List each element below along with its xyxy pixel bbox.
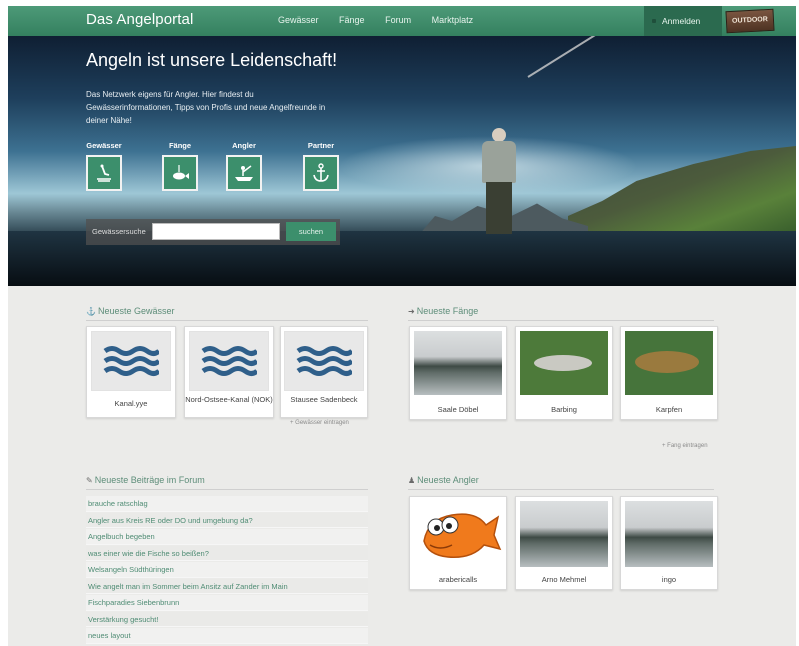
login-button[interactable]: Anmelden [644,6,722,36]
catch-name: Karpfen [655,405,683,414]
water-name: Stausee Sadenbeck [290,395,358,404]
water-card[interactable]: Nord-Ostsee-Kanal (NOK) [184,326,274,418]
category-faenge[interactable]: Fänge [162,141,198,191]
forum-post[interactable]: Verstärkung gesucht! [86,611,368,627]
section-title-forum: ✎ Neueste Beiträge im Forum [86,475,368,490]
catch-photo [520,331,608,395]
hero-banner: Angeln ist unsere Leidenschaft! Das Netz… [8,36,796,286]
search-label: Gewässersuche [92,227,146,236]
category-gewaesser[interactable]: Gewässer [86,141,122,191]
category-angler[interactable]: Angler [226,141,262,191]
user-icon: ♟ [408,476,416,485]
angler-name: Arno Mehmel [541,575,587,584]
page: Das Angelportal Gewässer Fänge Forum Mar… [8,6,796,646]
nav-item-forum[interactable]: Forum [385,15,411,25]
anchor-icon [303,155,339,191]
outdoor-badge[interactable]: OUTDOOR [725,8,775,34]
forum-post[interactable]: Angler aus Kreis RE oder DO und umgebung… [86,512,368,528]
category-label: Gewässer [86,141,122,150]
forum-post-list: brauche ratschlag Angler aus Kreis RE od… [86,496,368,645]
search-button[interactable]: suchen [286,222,336,241]
water-waves-icon [189,331,269,391]
add-water-link[interactable]: + Gewässer eintragen [290,420,349,426]
nav-item-faenge[interactable]: Fänge [339,15,365,25]
angler-card[interactable]: arabericalls [409,496,507,590]
fishing-rod [527,36,699,78]
water-search-bar: Gewässersuche suchen [86,219,340,245]
fish-icon: ➜ [408,307,415,316]
top-navigation-bar: Das Angelportal Gewässer Fänge Forum Mar… [8,6,796,36]
forum-post[interactable]: neues layout [86,628,368,644]
section-title-catches: ➜ Neueste Fänge [408,306,714,321]
catch-name: Saale Döbel [437,405,479,414]
catch-card[interactable]: Karpfen [620,326,718,420]
angler-card[interactable]: ingo [620,496,718,590]
forum-post[interactable]: was einer wie die Fische so beißen? [86,545,368,561]
category-label: Partner [307,141,335,150]
water-name: Kanal.yye [114,399,148,408]
category-label: Fänge [168,141,192,150]
forum-post[interactable]: Angelbuch begeben [86,529,368,545]
section-title-waters: ⚓ Neueste Gewässer [86,306,368,321]
main-nav: Gewässer Fänge Forum Marktplatz [278,15,491,25]
catch-photo [414,331,502,395]
fishing-spot-icon [86,155,122,191]
angler-name: arabericalls [438,575,478,584]
water-waves-icon [284,331,364,391]
angler-boat-icon [226,155,262,191]
angler-avatar-photo [520,501,608,567]
angler-card[interactable]: Arno Mehmel [515,496,613,590]
catch-photo [625,331,713,395]
nav-item-marktplatz[interactable]: Marktplatz [432,15,474,25]
nav-item-gewaesser[interactable]: Gewässer [278,15,319,25]
hero-text: Das Netzwerk eigens für Angler. Hier fin… [86,90,326,125]
water-card[interactable]: Kanal.yye [86,326,176,418]
forum-post[interactable]: Fischparadies Siebenbrunn [86,595,368,611]
water-name: Nord-Ostsee-Kanal (NOK) [185,395,273,404]
hero-title: Angeln ist unsere Leidenschaft! [86,50,338,70]
forum-post[interactable]: Welsangeln Südthüringen [86,562,368,578]
anchor-icon: ⚓ [86,307,96,316]
login-label: Anmelden [662,16,701,26]
chat-icon: ✎ [86,476,93,485]
catch-card[interactable]: Saale Döbel [409,326,507,420]
category-partner[interactable]: Partner [303,141,339,191]
category-label: Angler [232,141,256,150]
add-catch-link[interactable]: + Fang eintragen [662,443,708,449]
forum-post[interactable]: brauche ratschlag [86,496,368,512]
fish-icon [162,155,198,191]
angler-figure [474,128,524,238]
water-card[interactable]: Stausee Sadenbeck [280,326,368,418]
catch-name: Barbing [551,405,577,414]
login-icon [652,19,656,23]
angler-avatar-blinky [414,501,502,567]
site-logo[interactable]: Das Angelportal [86,11,193,28]
section-title-anglers: ♟ Neueste Angler [408,475,714,490]
water-waves-icon [91,331,171,391]
catch-card[interactable]: Barbing [515,326,613,420]
angler-name: ingo [661,575,677,584]
angler-avatar-photo [625,501,713,567]
forum-post[interactable]: Wie angelt man im Sommer beim Ansitz auf… [86,578,368,594]
search-input[interactable] [152,223,280,240]
